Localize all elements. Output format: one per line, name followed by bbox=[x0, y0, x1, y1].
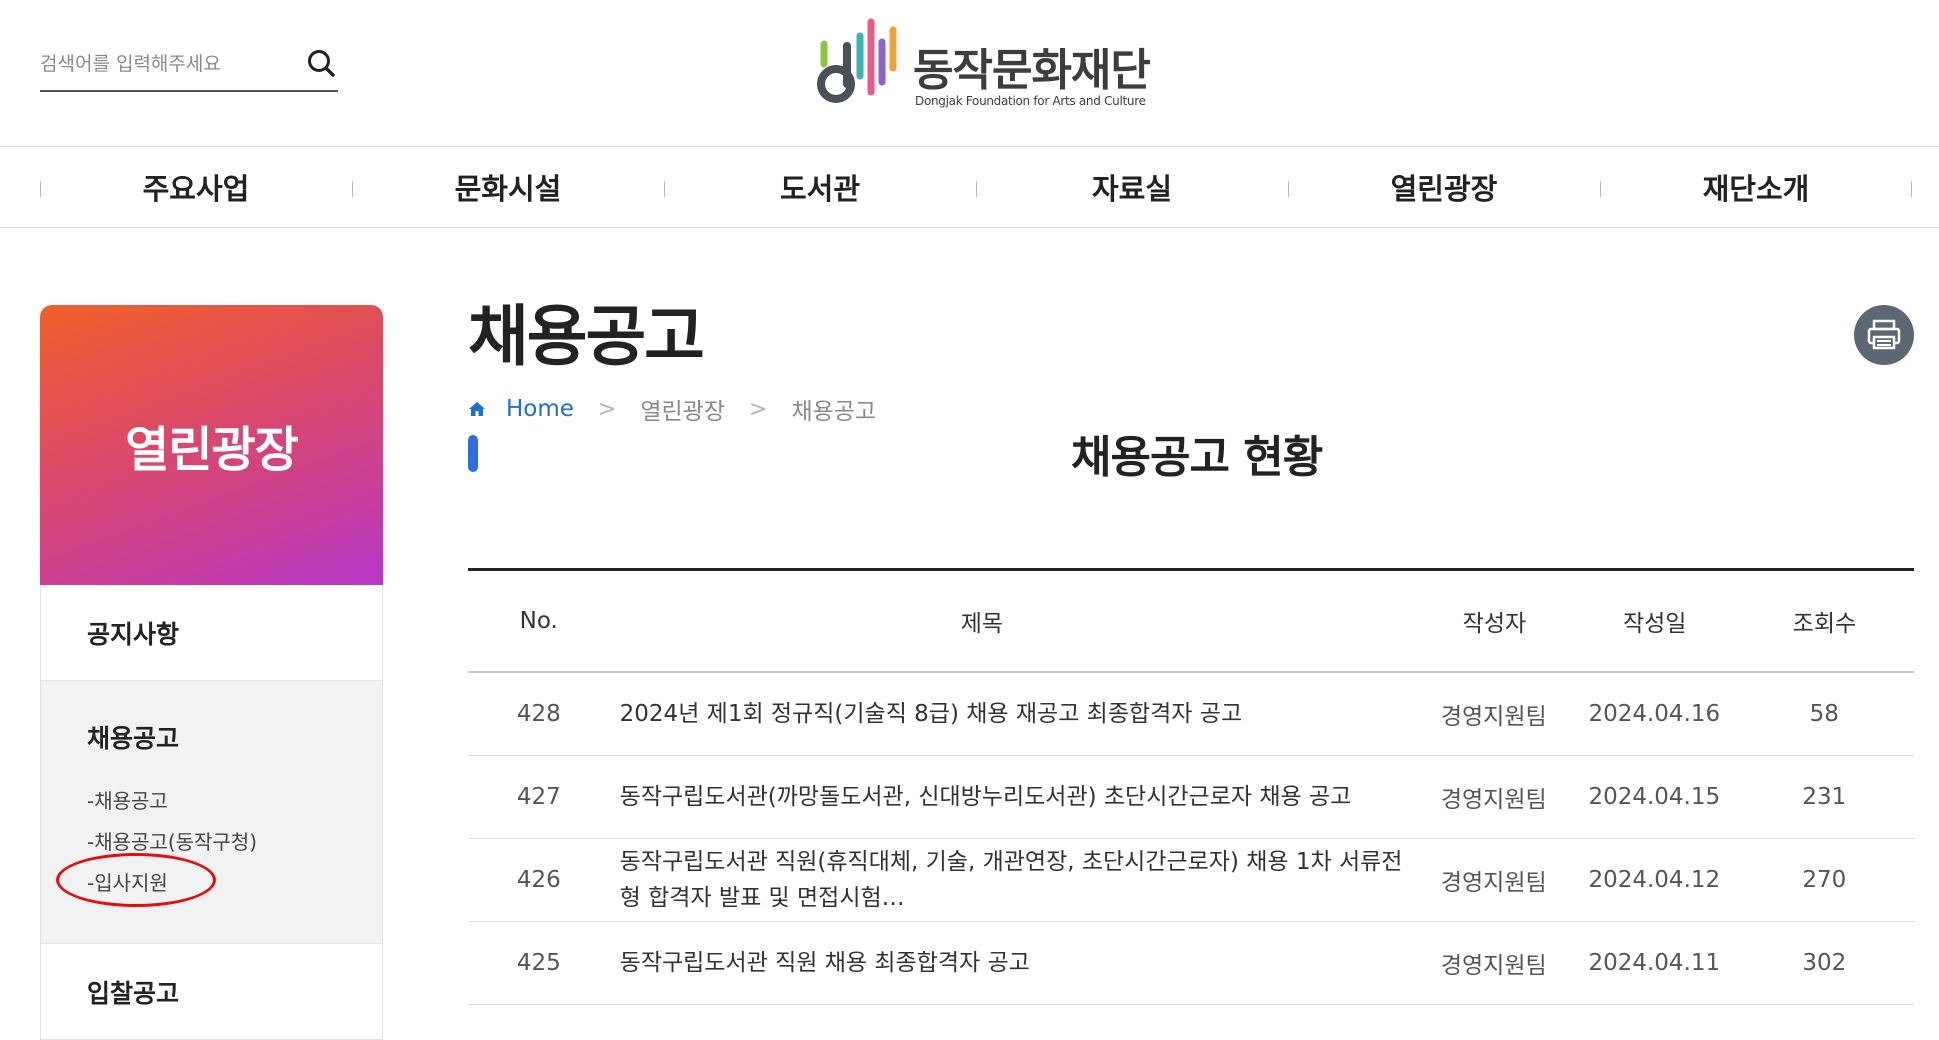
row-title-link[interactable]: 동작구립도서관 직원(휴직대체, 기술, 개관연장, 초단시간근로자) 채용 1… bbox=[610, 844, 1414, 916]
gnb-item-label: 주요사업 bbox=[142, 172, 250, 206]
row-title-link[interactable]: 2024년 제1회 정규직(기술직 8급) 채용 재공고 최종합격자 공고 bbox=[610, 696, 1414, 732]
table-row[interactable]: 428 2024년 제1회 정규직(기술직 8급) 채용 재공고 최종합격자 공… bbox=[468, 673, 1914, 756]
row-no: 426 bbox=[516, 867, 561, 893]
breadcrumb-home[interactable]: Home bbox=[506, 396, 574, 422]
gnb-item-library[interactable]: 도서관 bbox=[664, 147, 976, 227]
gnb-item-label: 자료실 bbox=[1091, 172, 1173, 206]
search-box bbox=[40, 38, 338, 92]
search-icon[interactable] bbox=[304, 46, 338, 80]
gnb-item-label: 열린광장 bbox=[1390, 172, 1498, 206]
gnb-item-culture-facilities[interactable]: 문화시설 bbox=[352, 147, 664, 227]
row-views: 58 bbox=[1809, 701, 1839, 727]
breadcrumb-open-square[interactable]: 열린광장 bbox=[640, 392, 725, 426]
section-accent-bar bbox=[468, 435, 478, 472]
printer-icon bbox=[1867, 319, 1901, 350]
gnb-divider bbox=[1288, 181, 1289, 197]
row-writer: 경영지원팀 bbox=[1440, 704, 1547, 730]
table-row[interactable]: 425 동작구립도서관 직원 채용 최종합격자 공고 경영지원팀 2024.04… bbox=[468, 922, 1914, 1005]
row-views: 302 bbox=[1802, 950, 1847, 976]
logo-subtitle: Dongjak Foundation for Arts and Culture bbox=[915, 94, 1146, 108]
table-row[interactable]: 427 동작구립도서관(까망돌도서관, 신대방누리도서관) 초단시간근로자 채용… bbox=[468, 756, 1914, 839]
gnb-item-archive[interactable]: 자료실 bbox=[976, 147, 1288, 227]
breadcrumb-separator: > bbox=[597, 396, 617, 422]
gnb-item-label: 재단소개 bbox=[1702, 172, 1810, 206]
side-menu: 공지사항 채용공고 -채용공고 -채용공고(동작구청) -입사지원 입찰공고 bbox=[40, 585, 383, 1040]
page-title: 채용공고 bbox=[468, 298, 705, 375]
side-item-recruitment: 채용공고 -채용공고 -채용공고(동작구청) -입사지원 bbox=[41, 681, 382, 944]
row-writer: 경영지원팀 bbox=[1440, 787, 1547, 813]
breadcrumb: Home > 열린광장 > 채용공고 bbox=[468, 392, 876, 426]
gnb-divider bbox=[352, 181, 353, 197]
header-writer: 작성자 bbox=[1462, 611, 1527, 637]
header-no: No. bbox=[519, 608, 558, 634]
row-views: 270 bbox=[1802, 867, 1847, 893]
row-no: 427 bbox=[516, 784, 561, 810]
breadcrumb-recruitment[interactable]: 채용공고 bbox=[791, 392, 876, 426]
row-date: 2024.04.11 bbox=[1588, 950, 1721, 976]
table-row[interactable]: 426 동작구립도서관 직원(휴직대체, 기술, 개관연장, 초단시간근로자) … bbox=[468, 839, 1914, 922]
print-button[interactable] bbox=[1854, 305, 1914, 365]
side-item-label: 공지사항 bbox=[87, 619, 180, 649]
side-item-label[interactable]: 채용공고 bbox=[87, 719, 179, 755]
row-views: 231 bbox=[1802, 784, 1847, 810]
gnb-divider bbox=[40, 181, 41, 197]
gnb-divider bbox=[664, 181, 665, 197]
gnb-item-open-square[interactable]: 열린광장 bbox=[1288, 147, 1600, 227]
highlight-circle bbox=[56, 853, 216, 907]
row-date: 2024.04.16 bbox=[1588, 701, 1721, 727]
logo-mark-icon bbox=[817, 18, 897, 103]
row-title-link[interactable]: 동작구립도서관(까망돌도서관, 신대방누리도서관) 초단시간근로자 채용 공고 bbox=[610, 779, 1414, 815]
main-navigation: 주요사업 문화시설 도서관 자료실 열린광장 재단소개 bbox=[0, 147, 1939, 228]
header-views: 조회수 bbox=[1792, 611, 1857, 637]
header-date: 작성일 bbox=[1622, 611, 1687, 637]
header-title: 제목 bbox=[960, 611, 1004, 637]
row-date: 2024.04.15 bbox=[1588, 784, 1721, 810]
logo-name: 동작문화재단 bbox=[913, 45, 1151, 96]
row-date: 2024.04.12 bbox=[1588, 867, 1721, 893]
home-icon[interactable] bbox=[468, 400, 486, 418]
section-title: 채용공고 현황 bbox=[1071, 432, 1323, 483]
row-writer: 경영지원팀 bbox=[1440, 870, 1547, 896]
side-item-label: 입찰공고 bbox=[87, 978, 180, 1008]
gnb-divider bbox=[1911, 181, 1912, 197]
board-header-row: No. 제목 작성자 작성일 조회수 bbox=[468, 571, 1914, 673]
gnb-item-main-business[interactable]: 주요사업 bbox=[40, 147, 352, 227]
side-item-bid-notice[interactable]: 입찰공고 bbox=[41, 944, 382, 1040]
row-writer: 경영지원팀 bbox=[1440, 953, 1547, 979]
submenu-item-recruitment[interactable]: -채용공고 bbox=[87, 781, 257, 822]
side-navigation: 열린광장 공지사항 채용공고 -채용공고 -채용공고(동작구청) -입사지원 입… bbox=[40, 305, 383, 1040]
row-no: 428 bbox=[516, 701, 561, 727]
row-title-link[interactable]: 동작구립도서관 직원 채용 최종합격자 공고 bbox=[610, 945, 1414, 981]
site-header: 동작문화재단 Dongjak Foundation for Arts and C… bbox=[0, 0, 1939, 147]
row-no: 425 bbox=[516, 950, 561, 976]
side-banner: 열린광장 bbox=[40, 305, 383, 585]
recruitment-board: No. 제목 작성자 작성일 조회수 428 2024년 제1회 정규직(기술직… bbox=[468, 568, 1914, 1005]
gnb-divider bbox=[976, 181, 977, 197]
site-logo[interactable]: 동작문화재단 Dongjak Foundation for Arts and C… bbox=[810, 14, 1151, 110]
gnb-item-about[interactable]: 재단소개 bbox=[1600, 147, 1912, 227]
gnb-item-label: 도서관 bbox=[779, 172, 861, 206]
gnb-item-label: 문화시설 bbox=[454, 172, 562, 206]
gnb-divider bbox=[1600, 181, 1601, 197]
side-item-notice[interactable]: 공지사항 bbox=[41, 585, 382, 681]
breadcrumb-separator: > bbox=[749, 396, 768, 422]
search-input[interactable] bbox=[40, 44, 290, 84]
side-banner-title: 열린광장 bbox=[125, 422, 299, 478]
